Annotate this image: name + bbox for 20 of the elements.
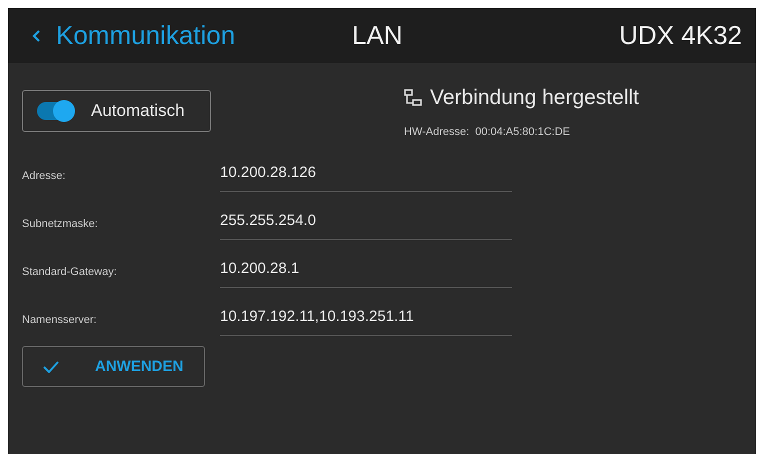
field-label: Namensserver: (22, 313, 98, 326)
back-icon (32, 28, 42, 42)
hw-address-label: HW-Adresse: (404, 126, 470, 138)
apply-button[interactable]: ANWENDEN (22, 346, 205, 387)
field-label: Standard-Gateway: (22, 265, 118, 278)
input-field[interactable]: 255.255.254.0 (220, 204, 512, 240)
check-icon (43, 360, 59, 372)
page-title: LAN (352, 20, 404, 51)
switch-icon (37, 102, 73, 120)
input-field[interactable]: 10.200.28.1 (220, 252, 512, 288)
field-label: Adresse: (22, 169, 66, 182)
network-icon (404, 89, 422, 107)
input-field[interactable]: 10.197.192.11,10.193.251.11 (220, 300, 512, 336)
field-label: Subnetzmaske: (22, 217, 99, 230)
input-field[interactable]: 10.200.28.126 (220, 156, 512, 192)
hw-address-value: 00:04:A5:80:1C:DE (475, 126, 570, 138)
automatic-toggle[interactable]: Automatisch (22, 90, 211, 132)
connection-status: Verbindung hergestellt (430, 86, 639, 110)
back-button[interactable]: Kommunikation (32, 20, 352, 51)
device-name: UDX 4K32 (619, 20, 742, 51)
